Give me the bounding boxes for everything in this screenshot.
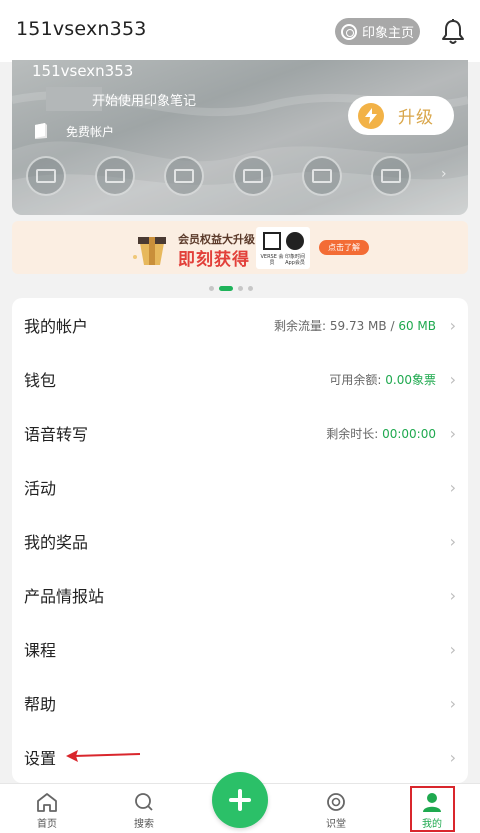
- menu-item-activities[interactable]: 活动 ›: [12, 460, 468, 514]
- feature-icon-3: [164, 156, 204, 196]
- menu-item-wallet[interactable]: 钱包 可用余额: 0.00象票 ›: [12, 352, 468, 406]
- upgrade-label: 升级: [398, 108, 434, 128]
- chevron-right-icon: ›: [449, 639, 456, 659]
- carousel-dot: [248, 285, 253, 291]
- menu-item-label: 钱包: [24, 371, 57, 390]
- menu-item-courses[interactable]: 课程 ›: [12, 622, 468, 676]
- carousel-dot-active: [219, 285, 233, 291]
- account-banner[interactable]: 151vsexn353 开始使用印象笔记 免费帐户 升级 ›: [12, 60, 468, 215]
- tab-search[interactable]: 搜索: [114, 784, 174, 833]
- menu-item-account[interactable]: 我的帐户 剩余流量: 59.73 MB / 60 MB ›: [12, 298, 468, 352]
- menu-item-label: 课程: [24, 641, 57, 660]
- annotation-arrow: [66, 750, 141, 762]
- feature-icon-5: [302, 156, 342, 196]
- menu-item-label: 我的奖品: [24, 533, 89, 552]
- feature-icon-row: [26, 156, 466, 196]
- learn-icon: [327, 793, 345, 811]
- chevron-right-icon: ›: [449, 531, 456, 551]
- menu-item-help[interactable]: 帮助 ›: [12, 676, 468, 730]
- chevron-right-icon: ›: [449, 477, 456, 497]
- upgrade-button[interactable]: 升级: [348, 96, 454, 135]
- account-type-icon: [35, 123, 47, 139]
- chevron-right-icon: ›: [449, 423, 456, 443]
- gift-box-icon: [133, 237, 166, 265]
- lightning-icon: [358, 102, 384, 129]
- ad-line2: 即刻获得: [178, 250, 250, 270]
- feature-icon-2: [95, 156, 135, 196]
- carousel-dot: [238, 285, 243, 291]
- chevron-right-icon: ›: [449, 747, 456, 767]
- promo-ad-banner[interactable]: 会员权益大升级 即刻获得 VERSE 会员 印象时间 App会员 点击了解: [12, 221, 468, 274]
- tab-home[interactable]: 首页: [17, 784, 77, 833]
- top-header: 151vsexn353 印象主页: [0, 0, 480, 62]
- home-icon: [37, 793, 57, 812]
- feature-icon-6: [371, 156, 411, 196]
- chevron-right-icon: ›: [449, 693, 456, 713]
- home-page-button[interactable]: 印象主页: [335, 18, 420, 45]
- banner-slogan: 开始使用印象笔记: [92, 94, 197, 109]
- storage-remaining-value: 剩余流量: 59.73 MB / 60 MB: [274, 318, 436, 333]
- add-note-button[interactable]: [212, 772, 268, 828]
- menu-item-label: 产品情报站: [24, 587, 105, 606]
- carousel-indicator: [209, 285, 253, 291]
- yinxiang-time-caption: 印象时间 App会员: [284, 254, 305, 266]
- chevron-right-icon: ›: [449, 315, 456, 335]
- home-page-label: 印象主页: [362, 26, 415, 41]
- bell-icon[interactable]: [440, 18, 466, 46]
- menu-item-label: 我的帐户: [24, 317, 89, 336]
- plus-icon: [229, 789, 251, 811]
- chevron-right-icon[interactable]: ›: [441, 166, 447, 182]
- header-username: 151vsexn353: [16, 18, 147, 40]
- feature-icon-4: [233, 156, 273, 196]
- feature-icon-1: [26, 156, 66, 196]
- tab-learn[interactable]: 识堂: [306, 784, 366, 833]
- menu-item-label: 帮助: [24, 695, 57, 714]
- partner-logos: VERSE 会员 印象时间 App会员: [256, 227, 310, 269]
- tab-learn-label: 识堂: [326, 819, 346, 830]
- yinxiang-time-logo: [286, 232, 304, 250]
- tab-search-label: 搜索: [134, 819, 154, 830]
- transcription-time-value: 剩余时长: 00:00:00: [326, 426, 436, 441]
- menu-item-label: 语音转写: [24, 425, 89, 444]
- menu-item-product-news[interactable]: 产品情报站 ›: [12, 568, 468, 622]
- account-type-label: 免费帐户: [66, 125, 115, 139]
- tab-home-label: 首页: [37, 819, 57, 830]
- menu-item-label: 设置: [24, 749, 57, 768]
- menu-item-label: 活动: [24, 479, 57, 498]
- wallet-balance-value: 可用余额: 0.00象票: [329, 372, 436, 387]
- ad-cta-button[interactable]: 点击了解: [319, 240, 369, 255]
- annotation-highlight-box: [410, 786, 455, 832]
- chevron-right-icon: ›: [449, 585, 456, 605]
- menu-item-prizes[interactable]: 我的奖品 ›: [12, 514, 468, 568]
- carousel-dot: [209, 285, 214, 291]
- settings-menu: 我的帐户 剩余流量: 59.73 MB / 60 MB › 钱包 可用余额: 0…: [12, 298, 468, 783]
- menu-item-transcription[interactable]: 语音转写 剩余时长: 00:00:00 ›: [12, 406, 468, 460]
- banner-username: 151vsexn353: [32, 62, 134, 80]
- search-icon: [135, 793, 153, 811]
- verse-caption: VERSE 会员: [260, 254, 284, 266]
- home-page-icon: [341, 23, 357, 40]
- verse-logo: [263, 232, 281, 250]
- chevron-right-icon: ›: [449, 369, 456, 389]
